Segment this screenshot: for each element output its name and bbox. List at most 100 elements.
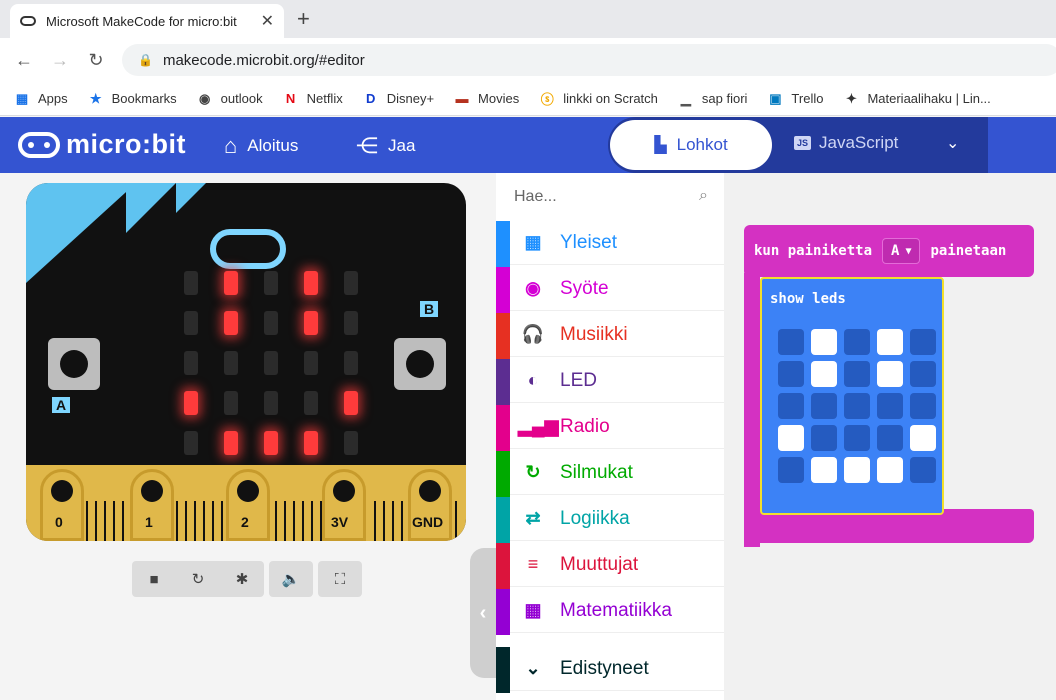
- led-cell-1-3[interactable]: [877, 361, 903, 387]
- led-cell-4-3[interactable]: [877, 457, 903, 483]
- javascript-tab[interactable]: JS JavaScript: [794, 133, 898, 153]
- category-radio[interactable]: ▂▄▆ Radio: [496, 405, 724, 451]
- category-matematiikka[interactable]: ▦ Matematiikka: [496, 589, 724, 635]
- edge-connector-tooth: [86, 501, 88, 541]
- led-cell-3-2[interactable]: [844, 425, 870, 451]
- share-button[interactable]: ⋲ Jaa: [356, 133, 415, 159]
- stop-button[interactable]: ■: [132, 561, 176, 597]
- microbit-logo[interactable]: micro:bit: [18, 129, 186, 160]
- edge-connector-tooth: [383, 501, 385, 541]
- led-cell-1-2[interactable]: [844, 361, 870, 387]
- led-cell-1-0[interactable]: [778, 361, 804, 387]
- led-cell-0-2[interactable]: [844, 329, 870, 355]
- led-0-4: [344, 271, 358, 295]
- browser-tab[interactable]: Microsoft MakeCode for micro:bit ✕: [10, 4, 284, 38]
- blocks-tab[interactable]: ▙ Lohkot: [610, 120, 772, 170]
- simulator-toolbar: ■ ↻ ✱ 🔈 ⛶: [132, 561, 367, 597]
- led-cell-3-3[interactable]: [877, 425, 903, 451]
- back-icon[interactable]: ←: [6, 50, 42, 71]
- led-cell-2-1[interactable]: [811, 393, 837, 419]
- edge-connector-tooth: [293, 501, 295, 541]
- dropdown-arrow-icon: ▼: [905, 245, 912, 257]
- pin-1[interactable]: 1: [130, 469, 174, 541]
- stop-icon: ■: [149, 570, 159, 588]
- led-cell-1-4[interactable]: [910, 361, 936, 387]
- led-cell-3-1[interactable]: [811, 425, 837, 451]
- chevron-down-icon[interactable]: ⌄: [946, 133, 959, 153]
- led-cell-3-4[interactable]: [910, 425, 936, 451]
- category-musiikki[interactable]: 🎧 Musiikki: [496, 313, 724, 359]
- led-cell-4-4[interactable]: [910, 457, 936, 483]
- led-cell-3-0[interactable]: [778, 425, 804, 451]
- led-3-1: [224, 391, 238, 415]
- simulator-pane: A B 0 1 2 3V GND ■ ↻ ✱ 🔈 ⛶ ‹: [0, 173, 496, 700]
- category-led[interactable]: ◐ LED: [496, 359, 724, 405]
- chevron-left-icon: ‹: [479, 601, 487, 624]
- editor-toggle: ▙ Lohkot JS JavaScript ⌄: [608, 117, 988, 173]
- category-yleiset[interactable]: ▦ Yleiset: [496, 221, 724, 267]
- board-logo[interactable]: [210, 229, 286, 269]
- event-block-side: [744, 273, 760, 547]
- bookmark-movies[interactable]: ▬ Movies: [454, 91, 520, 106]
- category-syöte[interactable]: ◉ Syöte: [496, 267, 724, 313]
- category-label: Muuttujat: [560, 553, 639, 575]
- led-cell-0-3[interactable]: [877, 329, 903, 355]
- url-field[interactable]: 🔒 makecode.microbit.org/#editor: [122, 44, 1056, 76]
- bookmark-label: Netflix: [306, 91, 343, 106]
- led-cell-0-0[interactable]: [778, 329, 804, 355]
- bookmark-materiaalihaku-lin[interactable]: ✦ Materiaalihaku | Lin...: [843, 91, 991, 107]
- mute-button[interactable]: 🔈: [269, 561, 313, 597]
- bookmark-bookmarks[interactable]: ★ Bookmarks: [88, 91, 177, 107]
- chevron-down-icon: ⌄: [525, 658, 541, 678]
- led-cell-2-3[interactable]: [877, 393, 903, 419]
- pin-0[interactable]: 0: [40, 469, 84, 541]
- pin-3v[interactable]: 3V: [322, 469, 366, 541]
- js-icon: JS: [794, 136, 812, 150]
- debug-button[interactable]: ✱: [220, 561, 264, 597]
- category-label: Radio: [560, 415, 610, 437]
- button-a[interactable]: [48, 338, 100, 390]
- category-logiikka[interactable]: ⇄ Logiikka: [496, 497, 724, 543]
- collapse-simulator-button[interactable]: ‹: [470, 548, 496, 678]
- led-cell-2-2[interactable]: [844, 393, 870, 419]
- forward-icon[interactable]: →: [42, 50, 78, 71]
- category-edistyneet[interactable]: ⌄ Edistyneet: [496, 647, 724, 693]
- fullscreen-button[interactable]: ⛶: [318, 561, 362, 597]
- bookmark-trello[interactable]: ▣ Trello: [767, 91, 823, 107]
- led-cell-2-4[interactable]: [910, 393, 936, 419]
- show-leds-block[interactable]: show leds: [760, 277, 944, 515]
- led-cell-4-0[interactable]: [778, 457, 804, 483]
- bookmark-apps[interactable]: ▦ Apps: [14, 91, 68, 107]
- led-cell-1-1[interactable]: [811, 361, 837, 387]
- category-silmukat[interactable]: ↻ Silmukat: [496, 451, 724, 497]
- bookmark-disney[interactable]: D Disney+: [363, 91, 434, 106]
- led-cell-0-4[interactable]: [910, 329, 936, 355]
- bookmark-linkki-on-scratch[interactable]: ⓢ linkki on Scratch: [539, 89, 658, 108]
- home-button[interactable]: ⌂ Aloitus: [224, 133, 298, 159]
- restart-icon: ↻: [191, 571, 205, 588]
- led-cell-2-0[interactable]: [778, 393, 804, 419]
- share-icon: ⋲: [356, 133, 378, 158]
- on-button-pressed-block[interactable]: kun painiketta A ▼ painetaan show leds: [744, 225, 1034, 547]
- button-b[interactable]: [394, 338, 446, 390]
- reload-icon[interactable]: ↻: [78, 50, 114, 71]
- toolbox-search[interactable]: Hae... ⌕: [496, 173, 724, 221]
- bookmark-outlook[interactable]: ◉ outlook: [197, 91, 263, 107]
- led-cell-4-2[interactable]: [844, 457, 870, 483]
- restart-button[interactable]: ↻: [176, 561, 220, 597]
- category-muuttujat[interactable]: ≡ Muuttujat: [496, 543, 724, 589]
- category-color-bar: [496, 451, 510, 497]
- bookmark-netflix[interactable]: N Netflix: [283, 91, 343, 106]
- new-tab-icon[interactable]: +: [297, 6, 310, 32]
- close-tab-icon[interactable]: ✕: [261, 11, 274, 31]
- button-dropdown[interactable]: A ▼: [882, 238, 921, 264]
- lock-icon: 🔒: [138, 53, 153, 67]
- bookmark-sap-fiori[interactable]: ▁ sap fiori: [678, 91, 748, 107]
- search-icon[interactable]: ⌕: [699, 187, 708, 205]
- blocks-workspace[interactable]: kun painiketta A ▼ painetaan show leds: [724, 173, 1056, 700]
- led-cell-0-1[interactable]: [811, 329, 837, 355]
- led-cell-4-1[interactable]: [811, 457, 837, 483]
- category-label: Syöte: [560, 277, 609, 299]
- pin-gnd[interactable]: GND: [408, 469, 452, 541]
- pin-2[interactable]: 2: [226, 469, 270, 541]
